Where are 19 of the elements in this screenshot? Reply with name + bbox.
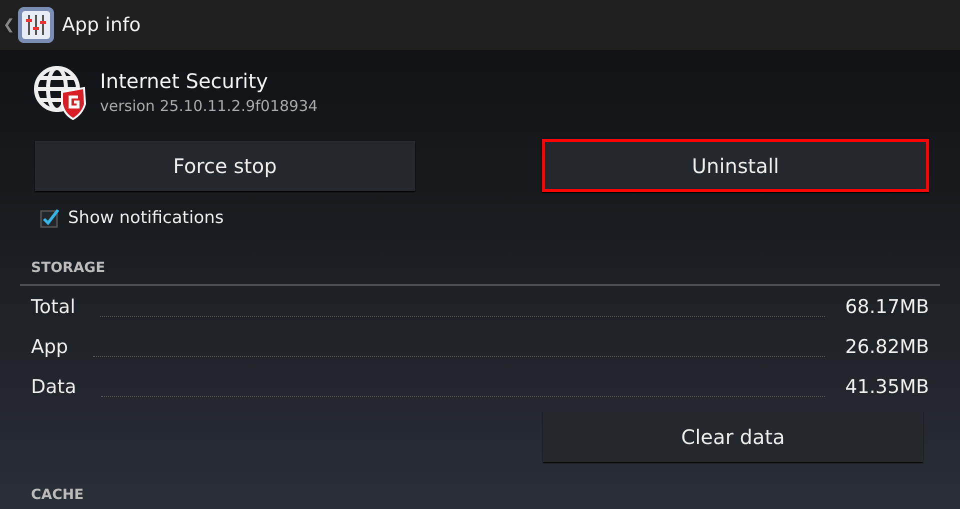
storage-label: Total xyxy=(31,296,76,318)
section-header: STORAGE xyxy=(31,260,106,276)
checkbox[interactable] xyxy=(40,208,60,228)
back-button[interactable]: ❮ xyxy=(3,17,15,33)
globe-shield-icon xyxy=(32,64,88,120)
action-button[interactable]: Uninstall xyxy=(542,139,929,192)
app-version: version 25.10.11.2.9f018934 xyxy=(100,97,318,115)
storage-value: 68.17MB xyxy=(845,296,929,318)
storage-label: App xyxy=(31,336,68,358)
screen-title: App info xyxy=(62,14,141,36)
action-button[interactable]: Force stop xyxy=(35,141,415,191)
checkbox-label[interactable]: Show notifications xyxy=(68,208,224,228)
sliders-icon[interactable] xyxy=(15,6,55,44)
app-name: Internet Security xyxy=(100,69,269,93)
storage-value: 41.35MB xyxy=(845,376,929,398)
clear-data-button[interactable]: Clear data xyxy=(543,411,923,462)
storage-value: 26.82MB xyxy=(845,336,929,358)
section-header: CACHE xyxy=(31,487,85,503)
storage-label: Data xyxy=(31,376,76,398)
